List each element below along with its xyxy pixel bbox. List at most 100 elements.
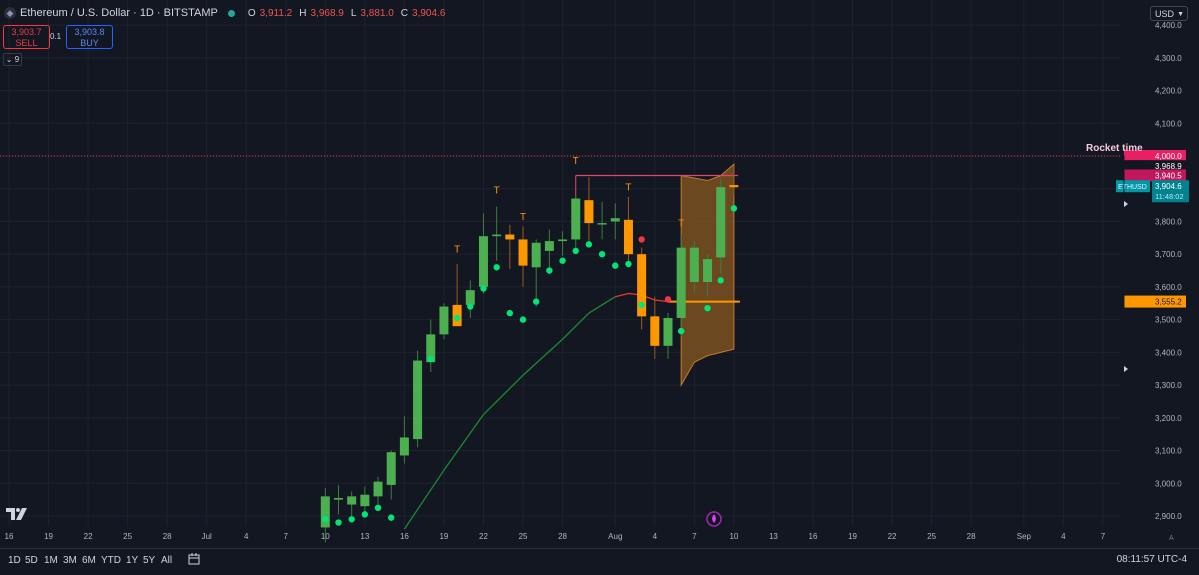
ethereum-icon: ◆ [4,7,16,19]
candle[interactable] [413,360,423,440]
symbol-title[interactable]: Ethereum / U.S. Dollar · 1D · BITSTAMP [20,7,218,19]
candle[interactable] [584,200,594,224]
candle[interactable] [320,496,330,528]
currency-select[interactable]: USD ▼ [1150,6,1188,21]
ohlc-low-key: L [350,7,357,19]
range-5y-button[interactable]: 5Y [143,555,155,566]
candle[interactable] [518,239,528,266]
t-marker: T [520,212,526,223]
y-tick-label: 3,300.0 [1155,381,1182,390]
resistance-price-badge: 3,940.5 [1155,171,1182,180]
y-tick-label: 3,000.0 [1155,479,1182,488]
candle[interactable] [703,259,713,282]
buy-button[interactable]: 3,903.8 BUY [66,25,113,49]
signal-dot [638,301,645,309]
range-6m-button[interactable]: 6M [82,555,96,566]
x-tick-label: 25 [519,532,528,541]
candle[interactable] [505,234,515,240]
trend-line-segment [615,292,629,298]
range-1m-button[interactable]: 1M [44,555,58,566]
candle[interactable] [623,219,633,255]
x-tick-label: 28 [967,532,976,541]
y-tick-label: 3,700.0 [1155,250,1182,259]
range-all-button[interactable]: All [161,555,172,566]
candle[interactable] [347,496,357,505]
candle[interactable] [571,198,581,240]
last-price-badge: 3,904.6 [1155,182,1182,191]
signal-dot [559,257,566,264]
calendar-icon[interactable] [188,553,200,565]
candle[interactable] [610,218,620,222]
indicators-count: 9 [14,55,20,64]
signal-dot [612,262,619,269]
trend-line-segment [522,338,563,376]
candle[interactable] [386,452,396,485]
x-tick-label: 22 [888,532,897,541]
x-tick-label: 25 [123,532,132,541]
candle[interactable] [663,318,673,346]
signal-dot [533,298,540,305]
y-tick-label: 4,400.0 [1155,21,1182,30]
candle[interactable] [334,498,343,500]
signal-dot [519,316,527,323]
signal-dot [322,516,329,523]
trend-line-segment [403,469,445,530]
x-tick-label: 25 [927,532,936,541]
candle[interactable] [439,306,449,335]
signal-dot [467,303,474,310]
candle[interactable] [544,241,554,251]
signal-dot [361,511,369,518]
x-tick-label: 4 [244,532,249,541]
range-3m-button[interactable]: 3M [63,555,77,566]
x-tick-label: 7 [1101,532,1106,541]
candle[interactable] [650,316,660,346]
ohlc-close-value: 3,904.6 [412,7,446,19]
ohlc-open-key: O [247,7,256,19]
x-tick-label: 28 [558,532,567,541]
sell-price: 3,903.7 [11,27,42,37]
sell-button[interactable]: 3,903.7 SELL [3,25,50,49]
range-1d-button[interactable]: 1D [8,555,21,566]
range-1y-button[interactable]: 1Y [126,555,138,566]
y-tick-label: 3,500.0 [1155,316,1182,325]
candle[interactable] [676,247,686,318]
candle[interactable] [531,242,541,268]
candle[interactable] [689,247,699,282]
range-ytd-button[interactable]: YTD [101,555,121,566]
tradingview-logo-icon[interactable] [6,508,28,520]
x-tick-label: 19 [44,532,53,541]
x-tick-label: 19 [848,532,857,541]
price-chart[interactable]: 2,900.0 3,000.0 3,100.0 3,200.0 3,300.0 3,400… [0,0,1199,575]
event-marker-icon[interactable] [706,511,722,527]
signal-dot [598,250,606,258]
candle[interactable] [465,290,475,305]
candle[interactable] [729,185,739,188]
x-tick-label: 19 [439,532,448,541]
ohlc-high-value: 3,968.9 [310,7,344,19]
candle[interactable] [558,239,568,242]
candle[interactable] [492,234,502,237]
clock-timezone[interactable]: 08:11:57 UTC-4 [1117,554,1187,565]
indicators-toggle[interactable]: ⌄ 9 [3,53,22,66]
candle[interactable] [716,187,726,258]
rocket-price-badge: 4,000.0 [1155,152,1182,161]
candle[interactable] [399,437,409,456]
trend-line-segment [443,414,485,471]
range-5d-button[interactable]: 5D [25,555,38,566]
candle[interactable] [597,223,607,225]
x-tick-label: 13 [769,532,778,541]
signal-dot [480,285,487,292]
x-tick-label: 16 [5,532,14,541]
auto-scale-button[interactable]: A [1169,535,1174,542]
candle[interactable] [478,236,488,287]
sell-label: SELL [15,38,38,48]
x-tick-label: Aug [608,532,622,541]
buy-price: 3,903.8 [74,27,105,37]
signal-dot [506,309,514,317]
signal-dot [677,327,685,335]
candle[interactable] [373,481,383,497]
candle[interactable] [360,494,370,507]
signal-dot [374,504,382,512]
ohlc-open-value: 3,911.2 [259,7,293,19]
scroll-right-icon[interactable] [1124,366,1128,372]
